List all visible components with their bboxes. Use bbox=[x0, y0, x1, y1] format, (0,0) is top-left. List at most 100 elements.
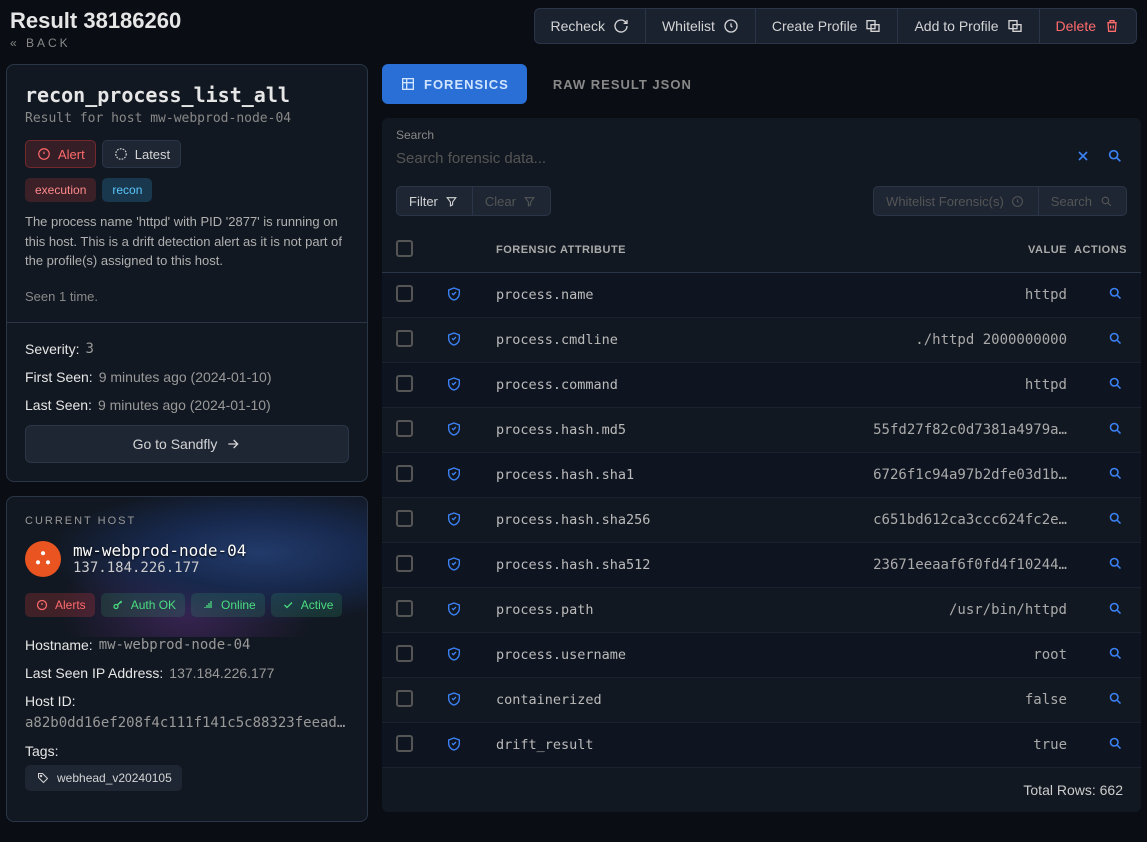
delete-button[interactable]: Delete bbox=[1040, 8, 1137, 44]
search-forensics-button[interactable]: Search bbox=[1039, 186, 1127, 216]
row-attribute: process.cmdline bbox=[496, 332, 827, 348]
clear-search-button[interactable] bbox=[1071, 144, 1095, 172]
search-icon bbox=[1107, 286, 1123, 302]
row-checkbox[interactable] bbox=[396, 690, 413, 707]
search-icon bbox=[1107, 376, 1123, 392]
row-checkbox[interactable] bbox=[396, 330, 413, 347]
forensics-icon bbox=[400, 76, 416, 92]
table-row: process.hash.sha1 6726f1c94a97b2dfe03d1b… bbox=[382, 453, 1141, 498]
whitelist-forensics-label: Whitelist Forensic(s) bbox=[886, 194, 1004, 209]
severity-label: Severity: bbox=[25, 341, 79, 357]
row-checkbox[interactable] bbox=[396, 735, 413, 752]
row-search-button[interactable] bbox=[1103, 372, 1127, 399]
row-search-button[interactable] bbox=[1103, 462, 1127, 489]
row-checkbox[interactable] bbox=[396, 375, 413, 392]
shield-icon bbox=[446, 331, 496, 350]
row-search-button[interactable] bbox=[1103, 282, 1127, 309]
shield-icon bbox=[446, 691, 496, 710]
row-search-button[interactable] bbox=[1103, 327, 1127, 354]
active-badge-label: Active bbox=[301, 598, 334, 612]
row-search-button[interactable] bbox=[1103, 687, 1127, 714]
search-icon bbox=[1107, 511, 1123, 527]
clock-icon bbox=[1010, 193, 1026, 209]
search-icon bbox=[1107, 148, 1123, 164]
row-checkbox[interactable] bbox=[396, 420, 413, 437]
row-attribute: process.name bbox=[496, 287, 827, 303]
table-row: drift_result true bbox=[382, 723, 1141, 768]
filter-clear-icon bbox=[522, 193, 538, 209]
row-value: 23671eeaaf6f0fd4f10244… bbox=[827, 557, 1067, 573]
shield-icon bbox=[446, 556, 496, 575]
host-card: CURRENT HOST mw-webprod-node-04 137.184.… bbox=[6, 496, 368, 822]
row-search-button[interactable] bbox=[1103, 732, 1127, 759]
online-badge: Online bbox=[191, 593, 265, 617]
row-checkbox[interactable] bbox=[396, 600, 413, 617]
last-seen-label: Last Seen: bbox=[25, 397, 92, 413]
profile-create-icon bbox=[865, 18, 881, 34]
latest-chip: Latest bbox=[102, 140, 181, 168]
row-search-button[interactable] bbox=[1103, 417, 1127, 444]
search-icon bbox=[1107, 466, 1123, 482]
clear-filter-button[interactable]: Clear bbox=[473, 186, 551, 216]
profile-add-icon bbox=[1007, 18, 1023, 34]
search-icon bbox=[1107, 691, 1123, 707]
shield-icon bbox=[446, 646, 496, 665]
row-checkbox[interactable] bbox=[396, 645, 413, 662]
filter-icon bbox=[444, 193, 460, 209]
row-checkbox[interactable] bbox=[396, 510, 413, 527]
host-section-label: CURRENT HOST bbox=[25, 515, 349, 527]
alert-icon bbox=[36, 146, 52, 162]
row-attribute: containerized bbox=[496, 692, 827, 708]
filter-label: Filter bbox=[409, 194, 438, 209]
whitelist-forensics-button[interactable]: Whitelist Forensic(s) bbox=[873, 186, 1039, 216]
shield-icon bbox=[446, 466, 496, 485]
shield-icon bbox=[446, 421, 496, 440]
add-to-profile-button[interactable]: Add to Profile bbox=[898, 8, 1039, 44]
row-attribute: process.command bbox=[496, 377, 827, 393]
auth-badge: Auth OK bbox=[101, 593, 185, 617]
search-input[interactable] bbox=[396, 146, 1063, 171]
hostname-value: mw-webprod-node-04 bbox=[99, 637, 251, 653]
hostname-label: Hostname: bbox=[25, 637, 93, 653]
table-row: process.username root bbox=[382, 633, 1141, 678]
filter-button[interactable]: Filter bbox=[396, 186, 473, 216]
recheck-label: Recheck bbox=[551, 18, 605, 34]
row-checkbox[interactable] bbox=[396, 465, 413, 482]
whitelist-button[interactable]: Whitelist bbox=[646, 8, 756, 44]
select-all-checkbox[interactable] bbox=[396, 240, 413, 257]
row-attribute: process.path bbox=[496, 602, 827, 618]
table-row: process.path /usr/bin/httpd bbox=[382, 588, 1141, 633]
trash-icon bbox=[1104, 18, 1120, 34]
active-badge: Active bbox=[271, 593, 343, 617]
shield-icon bbox=[446, 601, 496, 620]
goto-sandfly-button[interactable]: Go to Sandfly bbox=[25, 425, 349, 463]
check-icon bbox=[280, 597, 296, 613]
row-search-button[interactable] bbox=[1103, 642, 1127, 669]
result-name: recon_process_list_all bbox=[25, 83, 349, 107]
last-seen-value: 9 minutes ago (2024-01-10) bbox=[98, 397, 271, 413]
row-checkbox[interactable] bbox=[396, 285, 413, 302]
row-checkbox[interactable] bbox=[396, 555, 413, 572]
submit-search-button[interactable] bbox=[1103, 144, 1127, 172]
host-ip-value: 137.184.226.177 bbox=[169, 665, 274, 681]
create-profile-button[interactable]: Create Profile bbox=[756, 8, 899, 44]
auth-badge-label: Auth OK bbox=[131, 598, 176, 612]
whitelist-label: Whitelist bbox=[662, 18, 715, 34]
row-search-button[interactable] bbox=[1103, 552, 1127, 579]
row-value: c651bd612ca3ccc624fc2e… bbox=[827, 512, 1067, 528]
total-rows-label: Total Rows: bbox=[1023, 782, 1095, 798]
total-rows-value: 662 bbox=[1100, 782, 1123, 798]
row-attribute: process.hash.sha1 bbox=[496, 467, 827, 483]
recheck-button[interactable]: Recheck bbox=[534, 8, 646, 44]
result-card: recon_process_list_all Result for host m… bbox=[6, 64, 368, 482]
tab-forensics-label: FORENSICS bbox=[424, 77, 509, 92]
row-search-button[interactable] bbox=[1103, 597, 1127, 624]
host-tag-label: webhead_v20240105 bbox=[57, 771, 172, 785]
tab-raw-json[interactable]: RAW RESULT JSON bbox=[535, 64, 710, 104]
first-seen-value: 9 minutes ago (2024-01-10) bbox=[99, 369, 272, 385]
row-search-button[interactable] bbox=[1103, 507, 1127, 534]
arrow-right-icon bbox=[225, 436, 241, 452]
tab-forensics[interactable]: FORENSICS bbox=[382, 64, 527, 104]
back-link[interactable]: « BACK bbox=[10, 36, 181, 50]
row-value: true bbox=[827, 737, 1067, 753]
